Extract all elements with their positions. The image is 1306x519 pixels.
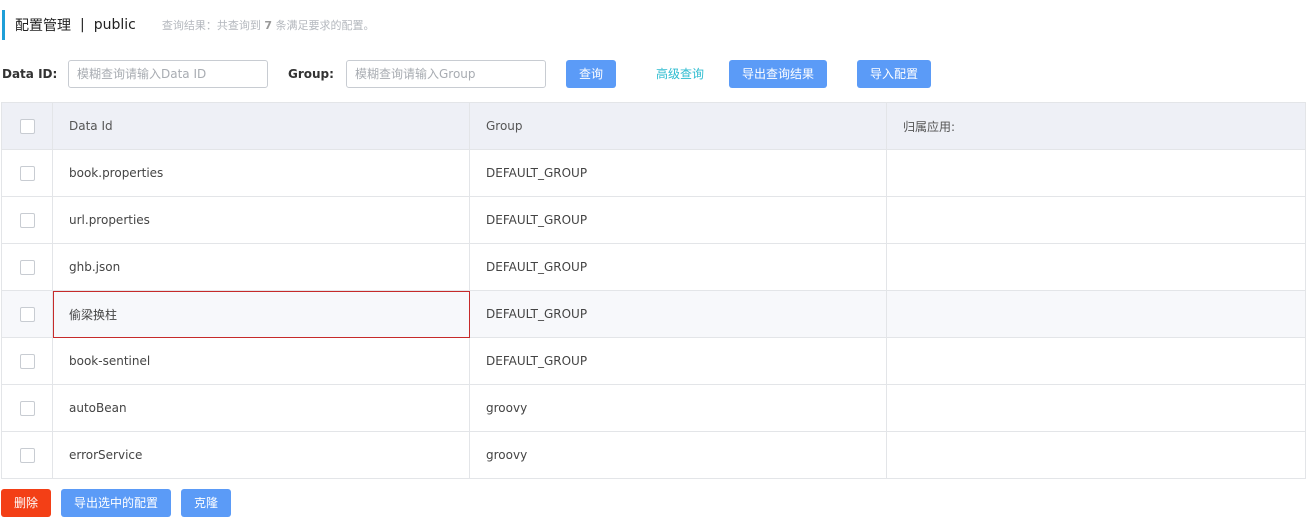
row-checkbox-cell (1, 290, 53, 338)
table-row[interactable]: url.properties DEFAULT_GROUP (1, 196, 1306, 244)
group-input[interactable] (346, 60, 546, 88)
title-separator: | (80, 17, 85, 33)
row-checkbox[interactable] (19, 165, 35, 181)
data-id-label: Data ID: (2, 67, 58, 81)
column-header-app[interactable]: 归属应用: (886, 102, 1306, 150)
group-cell: DEFAULT_GROUP (469, 337, 887, 385)
group-cell: groovy (469, 431, 887, 479)
select-all-checkbox[interactable] (19, 118, 35, 134)
row-checkbox[interactable] (19, 400, 35, 416)
data-id-cell[interactable]: ghb.json (52, 243, 470, 291)
app-cell (886, 149, 1306, 197)
column-header-data-id[interactable]: Data Id (52, 102, 470, 150)
advanced-query-link[interactable]: 高级查询 (656, 60, 704, 88)
table-row[interactable]: errorService groovy (1, 431, 1306, 479)
data-id-cell[interactable]: book-sentinel (52, 337, 470, 385)
data-id-cell[interactable]: 偷梁换柱 (52, 290, 470, 338)
data-id-cell[interactable]: autoBean (52, 384, 470, 432)
query-result-summary: 查询结果：共查询到 7 条满足要求的配置。 (162, 17, 375, 33)
group-cell: DEFAULT_GROUP (469, 243, 887, 291)
table-row[interactable]: 偷梁换柱 DEFAULT_GROUP (1, 290, 1306, 338)
row-checkbox-cell (1, 149, 53, 197)
delete-button[interactable]: 删除 (1, 489, 51, 517)
row-checkbox-cell (1, 243, 53, 291)
page-header: 配置管理 | public 查询结果：共查询到 7 条满足要求的配置。 (2, 10, 375, 40)
app-cell (886, 337, 1306, 385)
bulk-actions-bar: 删除 导出选中的配置 克隆 (0, 489, 1306, 517)
row-checkbox[interactable] (19, 447, 35, 463)
result-suffix: 条满足要求的配置。 (275, 19, 375, 32)
config-table: Data Id Group 归属应用: book.properties DEFA… (1, 102, 1306, 479)
table-row[interactable]: ghb.json DEFAULT_GROUP (1, 243, 1306, 291)
export-query-results-button[interactable]: 导出查询结果 (729, 60, 827, 88)
table-row[interactable]: book.properties DEFAULT_GROUP (1, 149, 1306, 197)
row-checkbox[interactable] (19, 353, 35, 369)
search-bar: Data ID: Group: 查询 高级查询 导出查询结果 导入配置 (0, 60, 1306, 88)
select-all-cell (1, 102, 53, 150)
row-checkbox-cell (1, 196, 53, 244)
group-cell: DEFAULT_GROUP (469, 196, 887, 244)
row-checkbox-cell (1, 431, 53, 479)
column-header-group[interactable]: Group (469, 102, 887, 150)
page-title: 配置管理 (15, 18, 71, 34)
group-cell: DEFAULT_GROUP (469, 290, 887, 338)
app-cell (886, 384, 1306, 432)
row-checkbox-cell (1, 337, 53, 385)
result-prefix: 查询结果：共查询到 (161, 19, 261, 32)
table-row[interactable]: autoBean groovy (1, 384, 1306, 432)
group-label: Group: (288, 67, 334, 81)
row-checkbox[interactable] (19, 212, 35, 228)
export-selected-button[interactable]: 导出选中的配置 (61, 489, 171, 517)
data-id-cell[interactable]: book.properties (52, 149, 470, 197)
data-id-cell[interactable]: url.properties (52, 196, 470, 244)
group-cell: DEFAULT_GROUP (469, 149, 887, 197)
table-header-row: Data Id Group 归属应用: (1, 102, 1306, 150)
clone-button[interactable]: 克隆 (181, 489, 231, 517)
table-row[interactable]: book-sentinel DEFAULT_GROUP (1, 337, 1306, 385)
row-checkbox[interactable] (19, 306, 35, 322)
data-id-input[interactable] (68, 60, 268, 88)
app-cell (886, 431, 1306, 479)
app-cell (886, 290, 1306, 338)
app-cell (886, 243, 1306, 291)
result-count: 7 (264, 19, 272, 32)
row-checkbox[interactable] (19, 259, 35, 275)
import-config-button[interactable]: 导入配置 (857, 60, 931, 88)
group-cell: groovy (469, 384, 887, 432)
row-checkbox-cell (1, 384, 53, 432)
namespace-label: public (93, 17, 136, 33)
app-cell (886, 196, 1306, 244)
data-id-cell[interactable]: errorService (52, 431, 470, 479)
query-button[interactable]: 查询 (566, 60, 616, 88)
